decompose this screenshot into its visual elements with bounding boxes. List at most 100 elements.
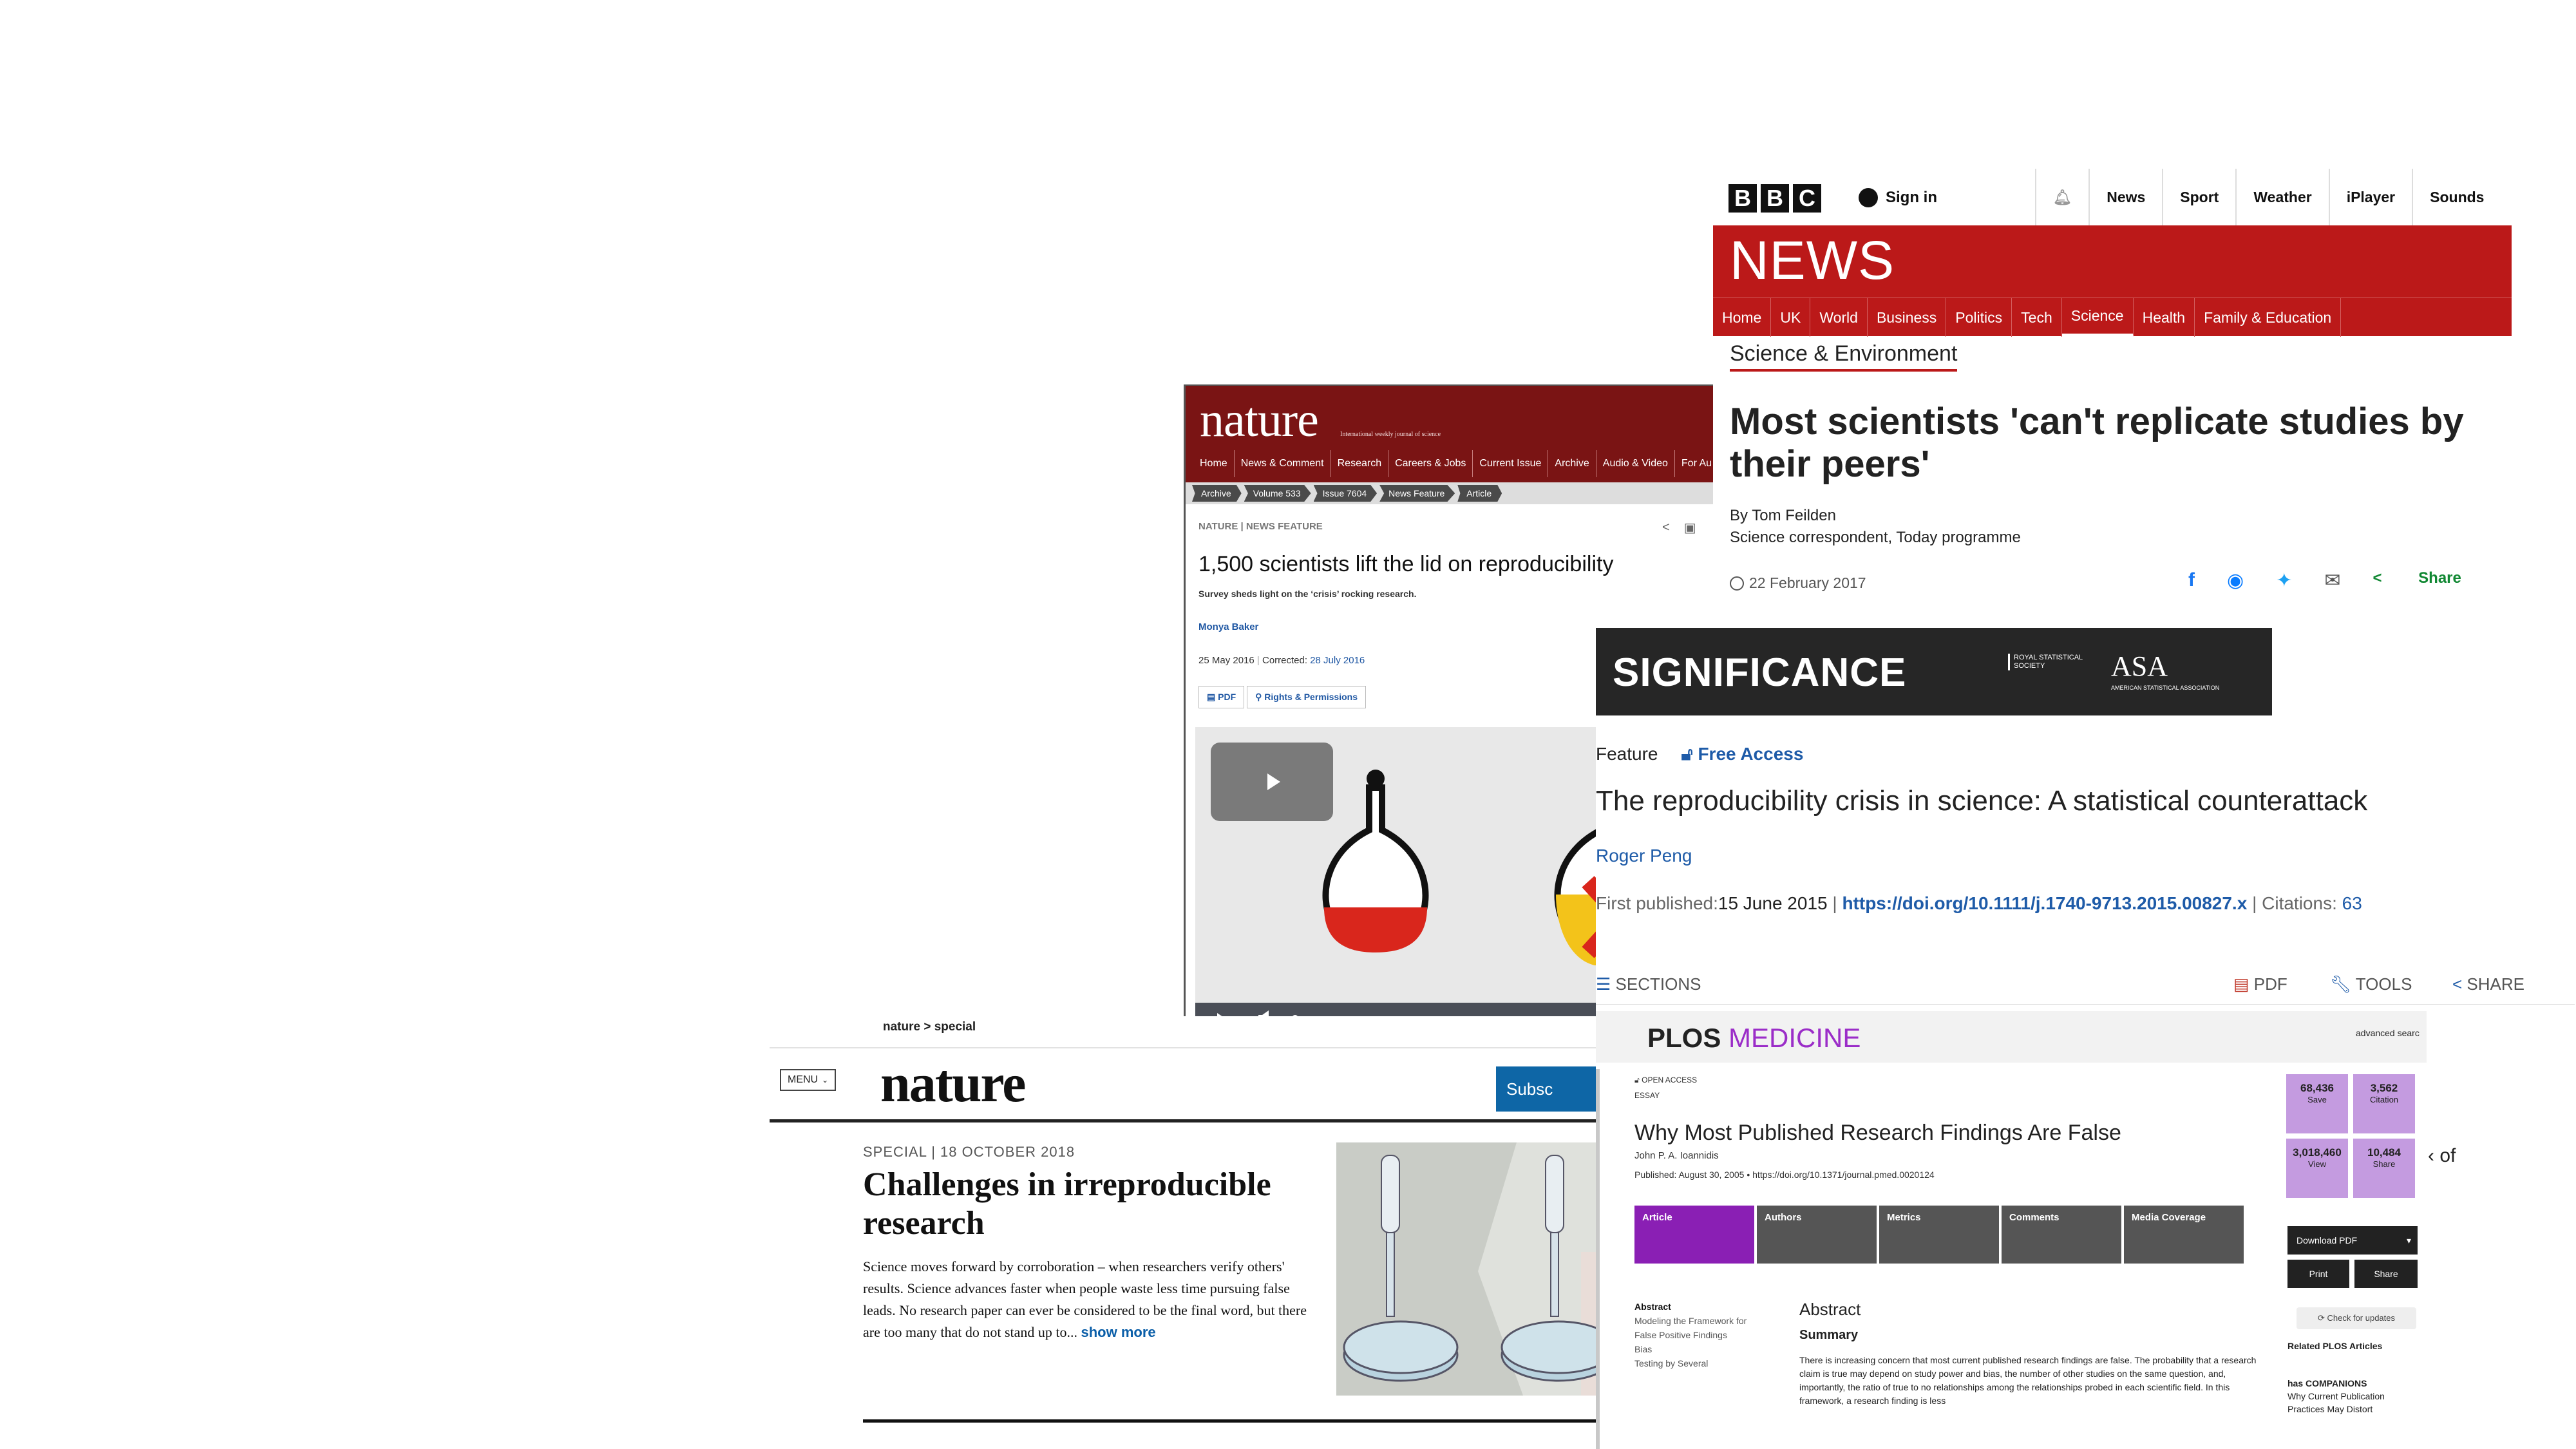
sign-in-link[interactable]: Sign in bbox=[1859, 188, 1937, 207]
tools-label: TOOLS bbox=[2355, 974, 2412, 994]
metric-label: Save bbox=[2307, 1095, 2327, 1104]
nav-research[interactable]: Research bbox=[1331, 450, 1389, 477]
nav-family-education[interactable]: Family & Education bbox=[2195, 298, 2342, 337]
breadcrumb-bar: Archive Volume 533 Issue 7604 News Featu… bbox=[1186, 482, 1734, 504]
subscribe-button[interactable]: Subsc bbox=[1496, 1066, 1609, 1112]
special-kicker: SPECIAL | 18 OCTOBER 2018 bbox=[863, 1144, 1075, 1160]
facebook-icon[interactable]: f bbox=[2188, 569, 2195, 592]
tab-authors[interactable]: Authors bbox=[1757, 1206, 1877, 1264]
nav-archive[interactable]: Archive bbox=[1548, 450, 1596, 477]
menu-label: MENU bbox=[788, 1074, 819, 1085]
refresh-icon: ⟳ bbox=[2317, 1313, 2327, 1323]
doi-link[interactable]: https://doi.org/10.1111/j.1740-9713.2015… bbox=[1842, 893, 2247, 913]
article-author[interactable]: Roger Peng bbox=[1596, 846, 1692, 866]
nav-science[interactable]: Science bbox=[2061, 298, 2134, 337]
crumb-issue[interactable]: Issue 7604 bbox=[1313, 485, 1378, 502]
companions-item[interactable]: has COMPANIONS Why Current Publication P… bbox=[2287, 1377, 2416, 1416]
rights-permissions-button[interactable]: ⚲ Rights & Permissions bbox=[1247, 686, 1366, 708]
citations-count[interactable]: 63 bbox=[2342, 893, 2362, 913]
pdf-button[interactable]: ▤ PDF bbox=[1198, 686, 1245, 708]
show-more-link[interactable]: show more bbox=[1081, 1324, 1156, 1340]
top-nav-iplayer[interactable]: iPlayer bbox=[2328, 169, 2412, 225]
nav-uk[interactable]: UK bbox=[1771, 298, 1811, 337]
metric-value: 68,436 bbox=[2300, 1082, 2334, 1094]
article-dates: 25 May 2016 | Corrected: 28 July 2016 bbox=[1198, 655, 1365, 666]
top-nav-news[interactable]: News bbox=[2088, 169, 2162, 225]
bbc-logo[interactable]: B B C bbox=[1728, 184, 1825, 213]
tab-comments[interactable]: Comments bbox=[2002, 1206, 2121, 1264]
print-button[interactable]: Print bbox=[2287, 1260, 2349, 1288]
share-button[interactable]: < SHARE bbox=[2452, 974, 2524, 994]
metric-share[interactable]: 10,484 Share bbox=[2353, 1139, 2415, 1198]
tab-metrics[interactable]: Metrics bbox=[1879, 1206, 1999, 1264]
metrics-grid: 68,436 Save 3,562 Citation 3,018,460 View 1… bbox=[2286, 1074, 2419, 1199]
open-access-label: OPEN ACCESS bbox=[1642, 1075, 1698, 1084]
significance-logo[interactable]: SIGNIFICANCE bbox=[1613, 650, 1906, 696]
corrected-date-link[interactable]: 28 July 2016 bbox=[1310, 655, 1365, 666]
pdf-button[interactable]: ▤ PDF bbox=[2233, 974, 2287, 994]
tools-button[interactable]: 🔧︎ TOOLS bbox=[2330, 974, 2412, 994]
pagination-of: ‹ of bbox=[2428, 1145, 2456, 1166]
nav-for-authors[interactable]: For Au bbox=[1675, 450, 1719, 477]
download-pdf-button[interactable]: Download PDF ▾ bbox=[2287, 1226, 2418, 1255]
toc-item[interactable]: Testing by Several bbox=[1634, 1356, 1770, 1370]
crumb-volume[interactable]: Volume 533 bbox=[1244, 485, 1311, 502]
top-nav-sport[interactable]: Sport bbox=[2162, 169, 2235, 225]
crumb-article: Article bbox=[1457, 485, 1502, 502]
messenger-icon[interactable]: ◉ bbox=[2227, 569, 2244, 592]
share-button[interactable]: < Share bbox=[2372, 569, 2493, 592]
print-icon[interactable]: ▣ bbox=[1684, 520, 1696, 536]
article-author[interactable]: Monya Baker bbox=[1198, 621, 1258, 632]
share-button[interactable]: Share bbox=[2354, 1260, 2418, 1288]
nav-current-issue[interactable]: Current Issue bbox=[1473, 450, 1549, 477]
metric-value: 3,018,460 bbox=[2293, 1146, 2342, 1159]
bbc-news-title[interactable]: NEWS bbox=[1730, 229, 1895, 292]
nav-careers[interactable]: Careers & Jobs bbox=[1388, 450, 1473, 477]
toc-item[interactable]: Bias bbox=[1634, 1342, 1770, 1356]
metric-save[interactable]: 68,436 Save bbox=[2286, 1074, 2348, 1133]
nav-world[interactable]: World bbox=[1810, 298, 1868, 337]
nav-business[interactable]: Business bbox=[1868, 298, 1947, 337]
nav-health[interactable]: Health bbox=[2134, 298, 2195, 337]
share-icon[interactable]: < bbox=[1662, 520, 1670, 535]
special-body: Science moves forward by corroboration –… bbox=[863, 1256, 1314, 1343]
pdf-icon: ▤ bbox=[2233, 974, 2254, 994]
top-nav-sounds[interactable]: Sounds bbox=[2412, 169, 2501, 225]
nature-logo[interactable]: nature bbox=[880, 1052, 1026, 1115]
nav-audio-video[interactable]: Audio & Video bbox=[1596, 450, 1675, 477]
crumb-archive[interactable]: Archive bbox=[1192, 485, 1242, 502]
check-updates-button[interactable]: ⟳ Check for updates bbox=[2297, 1307, 2416, 1329]
unlock-icon: 🔓︎ bbox=[1681, 744, 1698, 764]
article-author[interactable]: John P. A. Ioannidis bbox=[1634, 1150, 1719, 1161]
sections-button[interactable]: ☰ SECTIONS bbox=[1596, 974, 1701, 994]
nav-home[interactable]: Home bbox=[1713, 298, 1772, 337]
nav-news-comment[interactable]: News & Comment bbox=[1235, 450, 1331, 477]
tab-media-coverage[interactable]: Media Coverage bbox=[2124, 1206, 2244, 1264]
metric-view[interactable]: 3,018,460 View bbox=[2286, 1139, 2348, 1198]
significance-banner: SIGNIFICANCE ROYAL STATISTICAL SOCIETY A… bbox=[1596, 628, 2272, 715]
nav-tech[interactable]: Tech bbox=[2012, 298, 2062, 337]
pdf-icon: ▤ bbox=[1207, 692, 1218, 702]
tab-article[interactable]: Article bbox=[1634, 1206, 1754, 1264]
plos-logo[interactable]: PLOS MEDICINE bbox=[1647, 1023, 1861, 1054]
email-icon[interactable]: ✉ bbox=[2324, 569, 2340, 592]
breadcrumb[interactable]: nature > special bbox=[883, 1020, 976, 1034]
crumb-news-feature[interactable]: News Feature bbox=[1379, 485, 1455, 502]
twitter-icon[interactable]: ✦ bbox=[2276, 569, 2292, 592]
nature-logo[interactable]: nature bbox=[1200, 392, 1319, 448]
section-title[interactable]: Science & Environment bbox=[1730, 341, 1958, 372]
toc-item[interactable]: Abstract bbox=[1634, 1300, 1770, 1314]
nature-header: nature International weekly journal of s… bbox=[1186, 386, 1734, 482]
toc-item[interactable]: Modeling the Framework for False Positiv… bbox=[1634, 1314, 1770, 1342]
advanced-search-link[interactable]: advanced searc bbox=[2356, 1028, 2420, 1038]
nav-home[interactable]: Home bbox=[1193, 450, 1235, 477]
bbc-logo-block: B bbox=[1761, 184, 1789, 213]
menu-button[interactable]: MENU ⌄ bbox=[780, 1069, 837, 1091]
significance-screenshot: SIGNIFICANCE ROYAL STATISTICAL SOCIETY A… bbox=[1596, 628, 2576, 1027]
top-nav-weather[interactable]: Weather bbox=[2235, 169, 2328, 225]
bell-icon[interactable]: 🔔︎ bbox=[2035, 169, 2088, 225]
nav-politics[interactable]: Politics bbox=[1946, 298, 2012, 337]
metric-citation[interactable]: 3,562 Citation bbox=[2353, 1074, 2415, 1133]
article-title: The reproducibility crisis in science: A… bbox=[1596, 785, 2368, 817]
publication-info: First published:15 June 2015 | https://d… bbox=[1596, 893, 2362, 913]
